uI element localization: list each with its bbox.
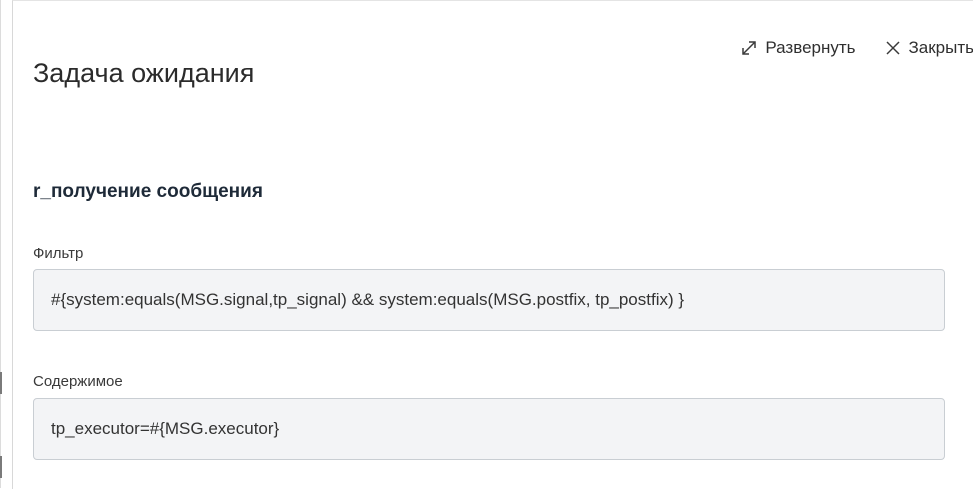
panel-header-actions: Развернуть Закрыть <box>740 38 973 58</box>
section-title: r_получение сообщения <box>33 181 263 202</box>
wait-task-panel: Задача ожидания Развернуть Закрыть r_пол… <box>12 0 973 489</box>
filter-label: Фильтр <box>33 245 84 262</box>
left-edge-marker <box>0 372 2 394</box>
close-button[interactable]: Закрыть <box>884 38 973 58</box>
close-icon <box>884 39 902 57</box>
content-label: Содержимое <box>33 373 123 390</box>
filter-field[interactable]: #{system:equals(MSG.signal,tp_signal) &&… <box>33 269 945 331</box>
expand-button[interactable]: Развернуть <box>740 38 856 58</box>
content-field[interactable]: tp_executor=#{MSG.executor} <box>33 398 945 460</box>
expand-icon <box>740 39 758 57</box>
panel-title: Задача ожидания <box>33 58 255 88</box>
left-edge-marker <box>0 456 2 478</box>
expand-label: Развернуть <box>765 38 856 57</box>
window-left-edge <box>0 0 1 488</box>
close-label: Закрыть <box>908 38 973 57</box>
